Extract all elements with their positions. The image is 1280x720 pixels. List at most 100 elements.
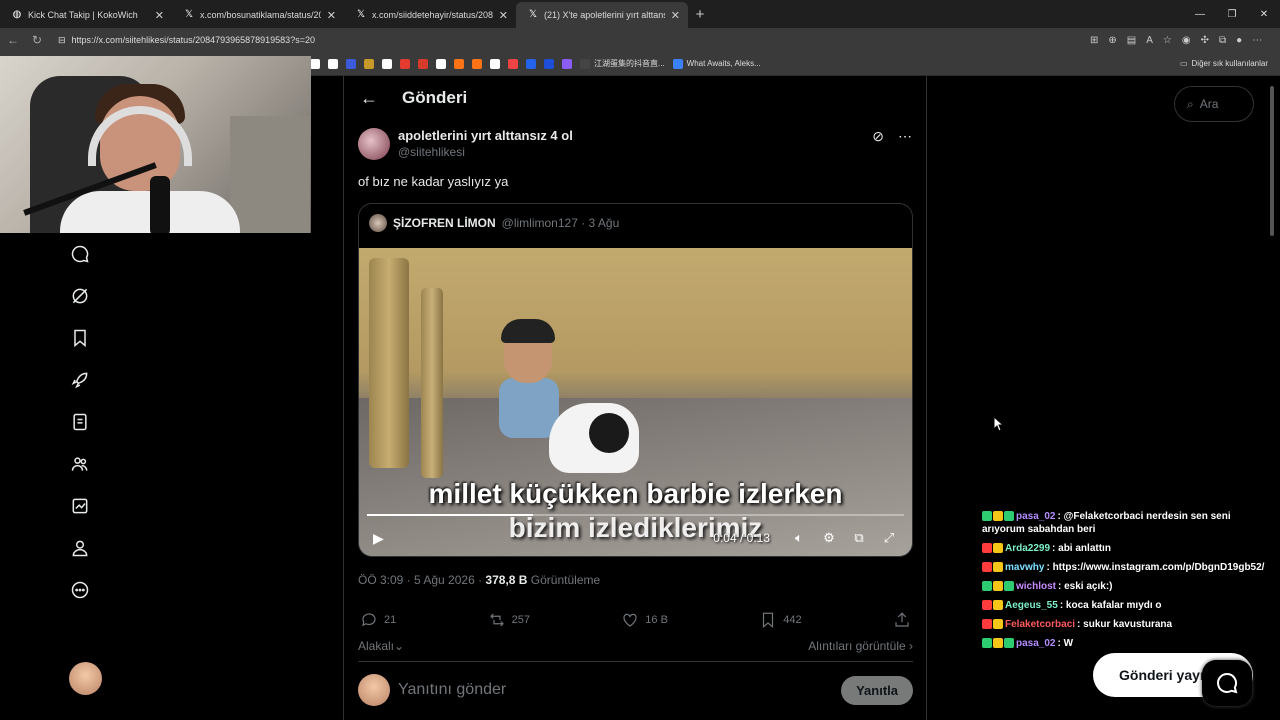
more-circle-icon[interactable] <box>60 569 100 611</box>
close-icon[interactable]: ✕ <box>671 9 680 22</box>
new-tab-button[interactable]: + <box>688 2 712 28</box>
bookmarks-icon[interactable] <box>60 317 100 359</box>
extension-icon[interactable]: ◉ <box>1182 35 1191 46</box>
post-detail-column: ← Gönderi apoletlerini yırt alttansız 4 … <box>343 76 927 720</box>
more-menu-icon[interactable]: ⋯ <box>1252 35 1262 46</box>
fullscreen-icon[interactable]: ⤢ <box>874 530 904 546</box>
bookmark-favicon[interactable] <box>526 58 536 69</box>
picture-in-picture-icon[interactable]: ⧉ <box>844 530 874 546</box>
profile-icon[interactable] <box>60 527 100 569</box>
messages-icon[interactable] <box>60 233 100 275</box>
reload-icon[interactable]: ↻ <box>30 33 44 47</box>
share-button[interactable] <box>893 611 911 629</box>
bookmark-favicon[interactable] <box>454 58 464 69</box>
read-aloud-icon[interactable]: A <box>1146 35 1153 46</box>
reply-input[interactable]: Yanıtını gönder <box>398 681 833 699</box>
grok-icon[interactable] <box>60 275 100 317</box>
chat-username[interactable]: pasa_02 <box>1016 511 1055 522</box>
like-button[interactable]: 16 B <box>621 611 668 629</box>
jobs-rocket-icon[interactable] <box>60 359 100 401</box>
collections-icon[interactable]: ⧉ <box>1219 35 1226 46</box>
sort-dropdown[interactable]: Alakalı⌄ <box>358 639 404 653</box>
chat-username[interactable]: wichlost <box>1016 581 1056 592</box>
bookmark-favicon[interactable] <box>382 58 392 69</box>
communities-icon[interactable] <box>60 443 100 485</box>
chat-username[interactable]: Felaketcorbaci <box>1005 619 1075 630</box>
tiktok-icon <box>580 58 590 69</box>
play-icon[interactable]: ▶ <box>373 530 384 547</box>
view-quotes-link[interactable]: Alıntıları görüntüle › <box>808 639 913 653</box>
bookmark-favicon[interactable] <box>562 58 572 69</box>
back-icon[interactable]: ← <box>6 33 20 47</box>
chat-username[interactable]: Arda2299 <box>1005 543 1050 554</box>
search-input[interactable]: ⌕ Ara <box>1174 86 1254 122</box>
post-timestamp[interactable]: ÖÖ 3:09 · 5 Ağu 2026 · <box>358 573 485 587</box>
bookmark-favicon[interactable] <box>346 58 356 69</box>
author-handle[interactable]: @siitehlikesi <box>398 145 864 159</box>
close-icon[interactable]: ✕ <box>499 9 508 22</box>
reader-icon[interactable]: ▤ <box>1127 35 1136 46</box>
quoted-post[interactable]: ŞİZOFREN LİMON @limlimon127 · 3 Ağu mill… <box>358 203 913 557</box>
browser-tab[interactable]: 𝕏 x.com/siiddetehayir/status/20851 ✕ <box>344 2 516 28</box>
chat-username[interactable]: mavwhy <box>1005 562 1044 573</box>
browser-tab[interactable]: 𝕏 x.com/bosunatiklama/status/2084 ✕ <box>172 2 344 28</box>
apps-icon[interactable]: ⊞ <box>1090 35 1098 46</box>
bookmark-favicon[interactable] <box>310 58 320 69</box>
url-field[interactable]: ⊟ https://x.com/siitehlikesi/status/2084… <box>54 30 1064 50</box>
chat-username[interactable]: pasa_02 <box>1016 638 1055 649</box>
video-progress-bar[interactable] <box>367 514 904 516</box>
scrollbar-thumb[interactable] <box>1270 86 1274 236</box>
account-avatar[interactable] <box>69 662 102 695</box>
bookmark-favicon[interactable] <box>418 58 428 69</box>
reply-submit-button[interactable]: Yanıtla <box>841 675 913 705</box>
more-options-icon[interactable]: ⋯ <box>898 128 912 145</box>
bookmark-favicon[interactable] <box>328 58 338 69</box>
close-icon[interactable]: ✕ <box>155 9 164 22</box>
chat-message: Felaketcorbaci: sukur kavusturana <box>982 618 1276 631</box>
bookmark-favicon[interactable] <box>472 58 482 69</box>
profile-icon[interactable]: ● <box>1236 35 1242 46</box>
browser-tab[interactable]: ◍ Kick Chat Takip | KokoWich ✕ <box>0 2 172 28</box>
bookmark-button[interactable]: 442 <box>759 611 802 629</box>
puzzle-icon[interactable]: ✣ <box>1201 35 1209 46</box>
repost-button[interactable]: 257 <box>488 611 530 629</box>
video-subtitle-line1: millet küçükken barbie izlerken <box>428 478 843 509</box>
volume-icon[interactable]: 🔈︎ <box>784 530 814 546</box>
bookmark-favicon[interactable] <box>508 58 518 69</box>
chat-text: koca kafalar mıydı o <box>1065 600 1162 611</box>
floating-chat-button[interactable] <box>1202 660 1252 706</box>
premium-analytics-icon[interactable] <box>60 485 100 527</box>
x-sidebar-nav <box>60 233 100 611</box>
close-window-icon[interactable]: ✕ <box>1248 2 1280 28</box>
bookmark-favicon[interactable] <box>364 58 374 69</box>
bookmark-favicon[interactable] <box>436 58 446 69</box>
bookmark-favicon[interactable] <box>490 58 500 69</box>
chat-message: wichlost: eski açık:) <box>982 580 1276 593</box>
chat-username[interactable]: Aegeus_55 <box>1005 600 1058 611</box>
favorite-star-icon[interactable]: ☆ <box>1163 35 1172 46</box>
reply-icon <box>362 613 376 627</box>
lists-icon[interactable] <box>60 401 100 443</box>
site-info-icon[interactable]: ⊟ <box>58 35 66 46</box>
close-icon[interactable]: ✕ <box>327 9 336 22</box>
restore-icon[interactable]: ❐ <box>1216 2 1248 28</box>
back-arrow-icon[interactable]: ← <box>360 88 378 109</box>
settings-gear-icon[interactable]: ⚙ <box>814 530 844 546</box>
bookmark-item[interactable]: 江湖蛋集的抖音直... <box>580 58 665 69</box>
grok-icon[interactable]: ⊘ <box>872 128 884 145</box>
browser-tab-active[interactable]: 𝕏 (21) X'te apoletlerini yırt alttansız … <box>516 2 688 28</box>
author-avatar[interactable] <box>358 128 390 160</box>
video-player[interactable]: millet küçükken barbie izlerken bizim iz… <box>359 248 912 556</box>
chat-text: https://www.instagram.com/p/DbgnD19gb52/ <box>1052 562 1265 573</box>
author-display-name[interactable]: apoletlerini yırt alttansız 4 ol <box>398 128 864 143</box>
bookmark-icon <box>763 612 774 629</box>
other-bookmarks[interactable]: ▭ Diğer sık kullanılanlar <box>1180 59 1268 68</box>
bookmark-favicon[interactable] <box>400 58 410 69</box>
zoom-icon[interactable]: ⊕ <box>1108 35 1116 46</box>
minimize-icon[interactable]: — <box>1184 2 1216 28</box>
reply-button[interactable]: 21 <box>360 611 396 629</box>
chat-badge-icon <box>982 638 992 649</box>
bookmark-favicon[interactable] <box>544 58 554 69</box>
chat-text: eski açık:) <box>1064 581 1113 592</box>
bookmark-item[interactable]: What Awaits, Aleks... <box>672 58 761 69</box>
